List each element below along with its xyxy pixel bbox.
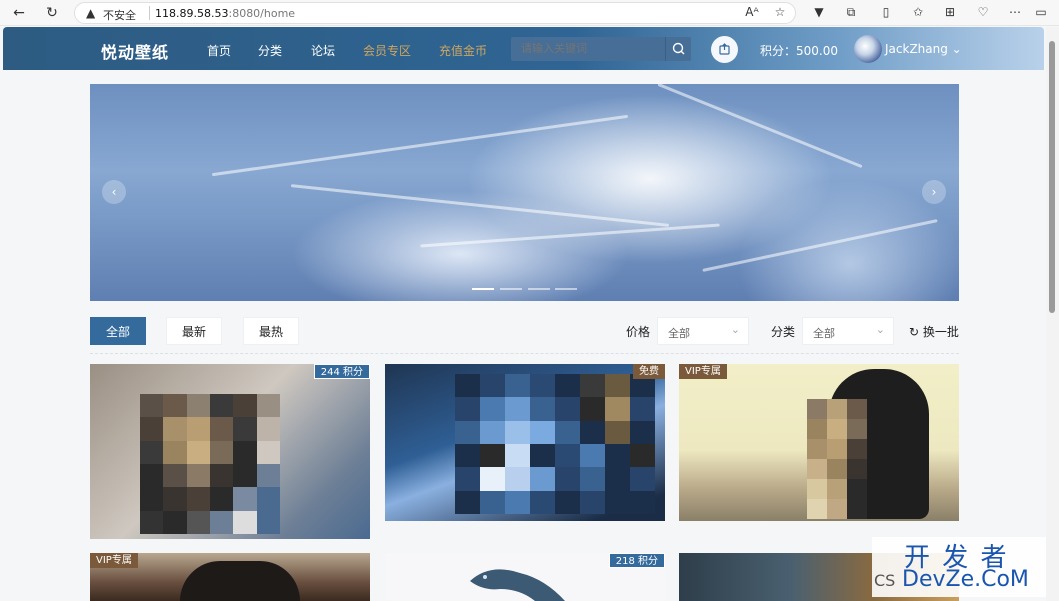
url-host: 118.89.58.53 bbox=[155, 7, 229, 20]
wallpaper-card[interactable]: 218 积分 bbox=[385, 553, 665, 601]
price-select[interactable]: 全部 ⌄ bbox=[657, 317, 749, 345]
browser-toolbar: ← ↻ ▲ 不安全 118.89.58.53:8080/home Aᴬ ☆ ▼ … bbox=[0, 0, 1059, 26]
hair-strand bbox=[657, 84, 863, 169]
banner-carousel[interactable]: ‹ › bbox=[90, 84, 959, 301]
price-badge: 免费 bbox=[633, 364, 665, 379]
site-header: 悦动壁纸 首页 分类 论坛 会员专区 充值金币 积分：500.00 JackZh… bbox=[3, 27, 1044, 70]
price-label: 价格 bbox=[626, 325, 651, 339]
address-bar[interactable]: ▲ 不安全 118.89.58.53:8080/home bbox=[74, 2, 796, 24]
split-screen-icon[interactable]: ▯ bbox=[878, 5, 894, 19]
tab-hottest[interactable]: 最热 bbox=[243, 317, 299, 345]
price-badge: 218 积分 bbox=[608, 553, 665, 568]
nav-forum[interactable]: 论坛 bbox=[311, 42, 335, 59]
upload-icon bbox=[719, 43, 730, 55]
vip-badge: VIP专属 bbox=[679, 364, 727, 379]
carousel-next-icon[interactable]: › bbox=[922, 180, 946, 204]
divider bbox=[90, 353, 959, 354]
refresh-icon: ↻ bbox=[909, 325, 920, 339]
category-select[interactable]: 全部 ⌄ bbox=[802, 317, 894, 345]
category-select-value: 全部 bbox=[813, 327, 835, 340]
nav-home[interactable]: 首页 bbox=[207, 42, 231, 59]
search-button[interactable] bbox=[665, 37, 691, 61]
carousel-dot[interactable] bbox=[528, 288, 550, 290]
url-divider bbox=[149, 6, 150, 20]
extension-icon[interactable]: ▼ bbox=[811, 5, 827, 19]
favorite-star-icon[interactable]: ☆ bbox=[772, 5, 788, 19]
page-scrollbar[interactable] bbox=[1046, 27, 1059, 601]
wallpaper-card[interactable]: VIP专属 bbox=[90, 553, 370, 601]
pixelated-image bbox=[455, 374, 655, 514]
puzzle-icon[interactable]: ⧉ bbox=[843, 5, 859, 20]
search-box bbox=[511, 37, 691, 61]
back-icon[interactable]: ← bbox=[11, 5, 27, 21]
nav-category[interactable]: 分类 bbox=[258, 42, 282, 59]
pixelated-image bbox=[807, 399, 867, 519]
search-input[interactable] bbox=[511, 37, 665, 61]
username[interactable]: JackZhang ⌄ bbox=[885, 42, 962, 56]
price-badge: 244 积分 bbox=[313, 364, 370, 379]
performance-icon[interactable]: ♡ bbox=[975, 5, 991, 19]
collections-icon[interactable]: ⊞ bbox=[942, 5, 958, 19]
wallpaper-card[interactable]: 244 积分 bbox=[90, 364, 370, 539]
refresh-button[interactable]: ↻ 换一批 bbox=[909, 323, 959, 340]
username-text: JackZhang bbox=[885, 42, 948, 56]
hair-strand bbox=[420, 223, 720, 248]
carousel-dot[interactable] bbox=[500, 288, 522, 290]
upload-button[interactable] bbox=[711, 36, 738, 63]
site-watermark: 开 发 者 CS DevZe.CoM bbox=[872, 537, 1054, 597]
vip-badge: VIP专属 bbox=[90, 553, 138, 568]
chevron-down-icon: ⌄ bbox=[875, 323, 885, 336]
refresh-label: 换一批 bbox=[922, 325, 959, 339]
more-menu-icon[interactable]: ⋯ bbox=[1007, 5, 1023, 19]
avatar[interactable] bbox=[854, 35, 882, 63]
hair-strand bbox=[290, 184, 670, 227]
watermark-prefix: CS bbox=[874, 571, 896, 590]
warning-icon: ▲ bbox=[86, 6, 96, 20]
carousel-dot[interactable] bbox=[555, 288, 577, 290]
hair-strand bbox=[702, 219, 938, 272]
wallpaper-card[interactable]: 免费 bbox=[385, 364, 665, 521]
hair-strand bbox=[211, 114, 629, 177]
tab-latest[interactable]: 最新 bbox=[166, 317, 222, 345]
chevron-down-icon: ⌄ bbox=[951, 42, 962, 56]
tab-all[interactable]: 全部 bbox=[90, 317, 146, 345]
wallpaper-card[interactable]: VIP专属 bbox=[679, 364, 959, 521]
nav-recharge[interactable]: 充值金币 bbox=[439, 42, 487, 59]
read-aloud-icon[interactable]: Aᴬ bbox=[744, 5, 760, 19]
reload-icon[interactable]: ↻ bbox=[44, 5, 60, 21]
points-balance: 积分：500.00 bbox=[760, 44, 838, 58]
insecure-label: 不安全 bbox=[103, 9, 136, 22]
url-path: :8080/home bbox=[228, 7, 296, 20]
scrollbar-thumb[interactable] bbox=[1049, 41, 1055, 313]
url-text[interactable]: 118.89.58.53:8080/home bbox=[155, 7, 295, 20]
site-logo[interactable]: 悦动壁纸 bbox=[101, 39, 169, 63]
carousel-dot-active[interactable] bbox=[472, 288, 494, 290]
nav-vip-zone[interactable]: 会员专区 bbox=[363, 42, 411, 59]
creature-image bbox=[470, 569, 565, 601]
hair-shape bbox=[180, 561, 300, 601]
carousel-prev-icon[interactable]: ‹ bbox=[102, 180, 126, 204]
favorites-icon[interactable]: ✩ bbox=[910, 5, 926, 19]
price-select-value: 全部 bbox=[668, 327, 690, 340]
search-icon bbox=[672, 42, 685, 55]
pixelated-image bbox=[140, 394, 280, 534]
sidebar-icon[interactable]: ▭ bbox=[1033, 5, 1049, 19]
category-label: 分类 bbox=[771, 325, 796, 339]
chevron-down-icon: ⌄ bbox=[730, 323, 740, 336]
watermark-line2: DevZe.CoM bbox=[902, 567, 1029, 592]
